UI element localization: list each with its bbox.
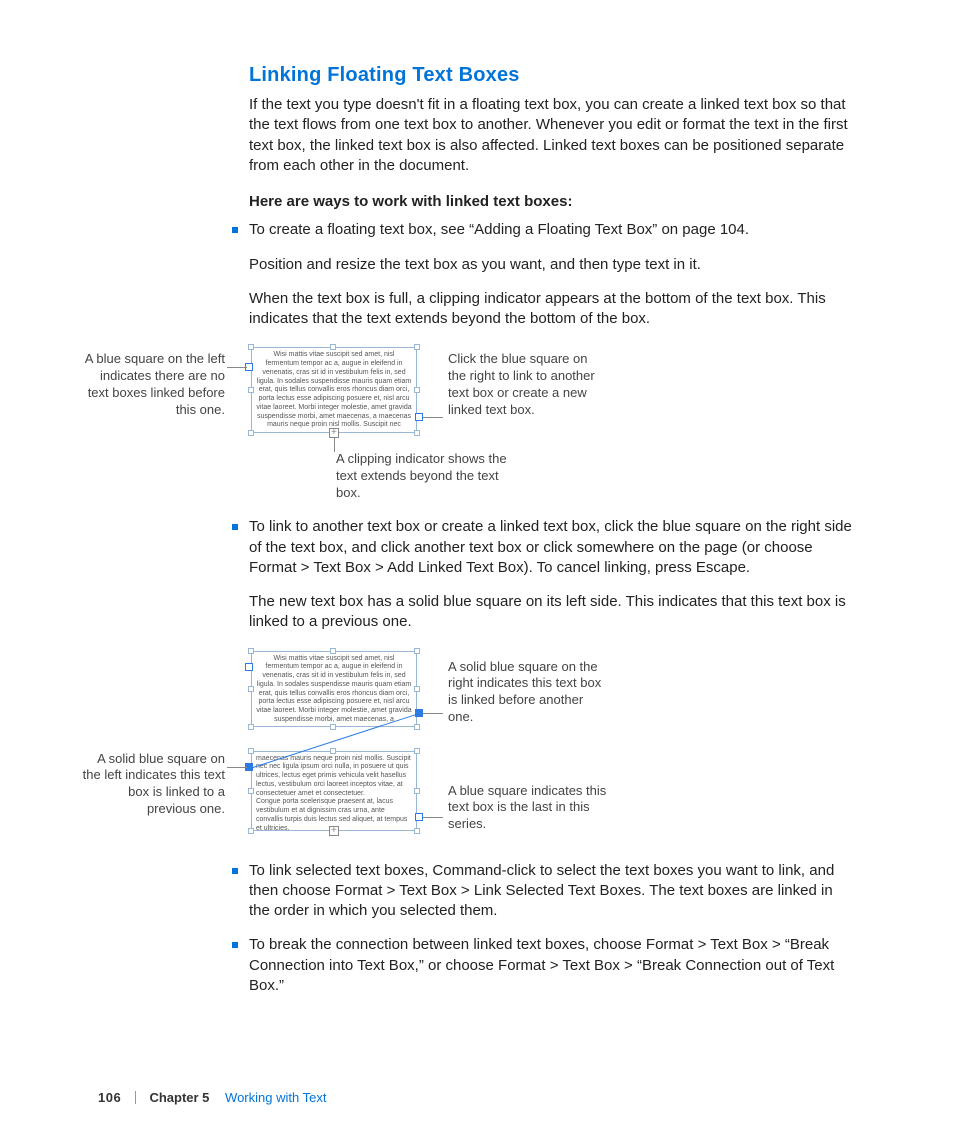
callout-bottom-left: A solid blue square on the left indicate… [79,751,225,819]
link-square-right-icon [415,813,423,821]
page-number: 106 [98,1090,121,1105]
figure-2: Wisi mattis vitae suscipit sed amet, nis… [99,647,839,847]
list-item: To break the connection between linked t… [235,935,854,996]
intro-paragraph: If the text you type doesn't fit in a fl… [249,95,854,176]
figure-1: Wisi mattis vitae suscipit sed amet, nis… [99,343,839,503]
lorem-text: Wisi mattis vitae suscipit sed amet, nis… [256,655,412,725]
list-text: To break the connection between linked t… [249,936,834,994]
chapter-title: Working with Text [225,1090,326,1105]
sample-text-box: Wisi mattis vitae suscipit sed amet, nis… [251,347,417,433]
page-footer: 106 Chapter 5 Working with Text [98,1089,858,1107]
link-square-left-icon [245,663,253,671]
document-page: Linking Floating Text Boxes If the text … [0,0,954,1145]
lorem-text: Wisi mattis vitae suscipit sed amet, nis… [256,351,412,430]
link-square-right-icon [415,413,423,421]
list-intro: Here are ways to work with linked text b… [249,192,854,212]
callout-left: A blue square on the left indicates ther… [81,351,225,419]
link-square-right-filled-icon [415,709,423,717]
linked-text-box-b: maecenas mauris neque proin nisl mollis.… [251,751,417,831]
list-item: To link to another text box or create a … [235,517,854,846]
list-text: To create a floating text box, see “Addi… [249,221,749,238]
footer-divider [135,1091,136,1104]
callout-bottom-right: A blue square indicates this text box is… [448,783,608,834]
list-paragraph: When the text box is full, a clipping in… [249,289,854,330]
list-item: To create a floating text box, see “Addi… [235,220,854,503]
list-text: To link to another text box or create a … [249,518,852,576]
body-column: Linking Floating Text Boxes If the text … [249,62,854,1010]
list-paragraph: The new text box has a solid blue square… [249,592,854,633]
clipping-indicator-icon [329,826,339,836]
list-paragraph: Position and resize the text box as you … [249,255,854,275]
linked-text-box-a: Wisi mattis vitae suscipit sed amet, nis… [251,651,417,727]
clipping-indicator-icon [329,428,339,438]
callout-top-right: A solid blue square on the right indicat… [448,659,608,727]
instruction-list: To create a floating text box, see “Addi… [235,220,854,996]
callout-right: Click the blue square on the right to li… [448,351,606,419]
list-item: To link selected text boxes, Command-cli… [235,861,854,922]
callout-bottom: A clipping indicator shows the text exte… [336,451,510,502]
section-heading: Linking Floating Text Boxes [249,62,854,89]
lorem-text: maecenas mauris neque proin nisl mollis.… [256,755,412,834]
list-text: To link selected text boxes, Command-cli… [249,862,834,920]
chapter-label: Chapter 5 [149,1090,209,1105]
